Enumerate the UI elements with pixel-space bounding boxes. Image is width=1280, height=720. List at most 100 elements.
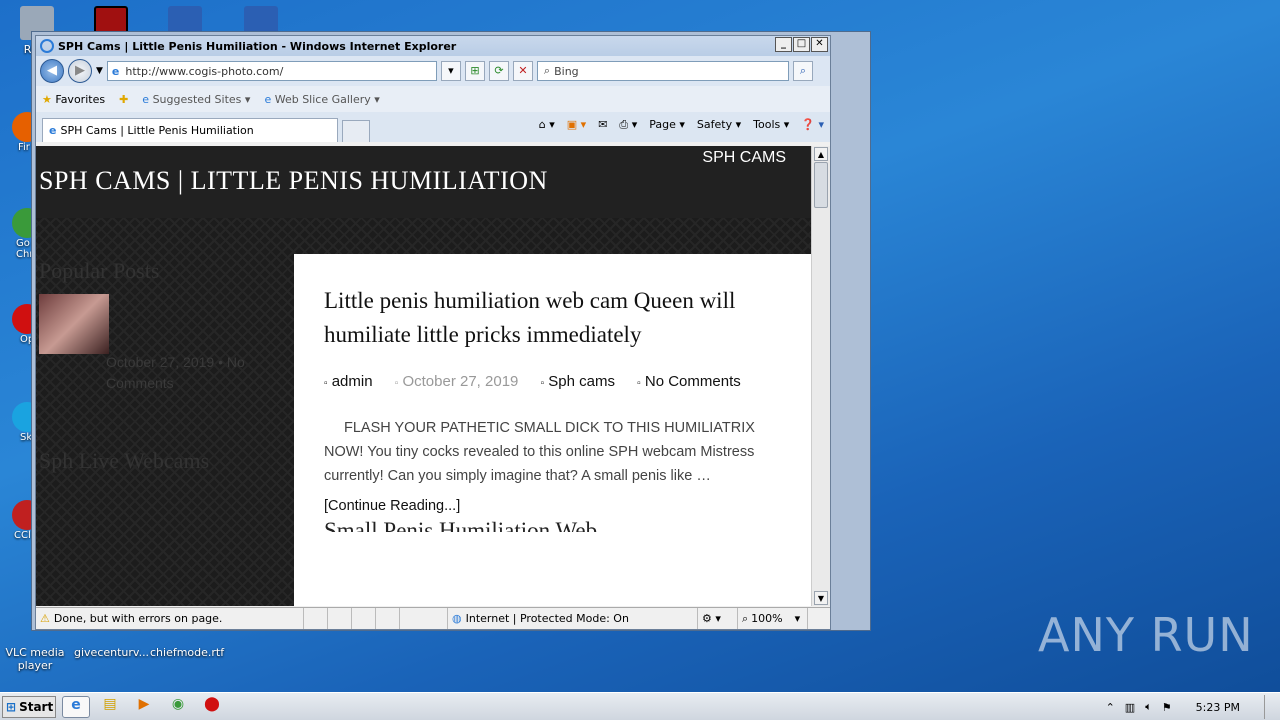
taskbar: ⊞ Start e ▤ ▶ ◉ ⬤ ⌃ ▥ 🔈︎ ⚑ 5:23 PM <box>0 692 1280 720</box>
zoom-icon: ⌕ <box>742 611 749 625</box>
status-slot <box>304 608 328 629</box>
zone-text: Internet | Protected Mode: On <box>465 612 629 625</box>
safety-menu[interactable]: Safety ▾ <box>697 118 741 132</box>
taskbar-chrome[interactable]: ◉ <box>164 696 192 718</box>
tab-row: e SPH Cams | Little Penis Humiliation ⌂ … <box>36 112 830 142</box>
desktop-icon-chiefmode[interactable]: chiefmode.rtf <box>150 628 224 659</box>
address-toolbar: ◀ ▶ ▼ e http://www.cogis-photo.com/ ▾ ⊞ … <box>36 56 830 86</box>
scroll-thumb[interactable] <box>814 162 828 208</box>
desktop-icon-givecentury[interactable]: givecenturv... <box>74 628 149 659</box>
taskbar-media-player[interactable]: ▶ <box>130 696 158 718</box>
post-date[interactable]: ▫ October 27, 2019 <box>395 373 519 390</box>
rss-icon[interactable]: ▣ ▾ <box>567 118 586 132</box>
web-slice-label: Web Slice Gallery <box>274 92 371 106</box>
search-input[interactable]: ⌕ Bing <box>536 61 789 81</box>
continue-reading-link[interactable]: [Continue Reading...] <box>324 498 781 514</box>
minimize-button[interactable]: _ <box>775 37 792 52</box>
history-dropdown-icon[interactable]: ▼ <box>96 66 103 76</box>
show-desktop-button[interactable] <box>1264 695 1274 719</box>
sidebar: Popular Posts Sph Live Webcams <box>39 258 279 473</box>
address-value: http://www.cogis-photo.com/ <box>125 64 284 78</box>
start-button[interactable]: ⊞ Start <box>2 695 56 718</box>
post-card: Little penis humiliation web cam Queen w… <box>294 254 811 606</box>
taskbar-opera[interactable]: ⬤ <box>198 696 226 718</box>
network-icon[interactable]: ▥ <box>1125 701 1135 714</box>
author-name: admin <box>331 373 373 390</box>
page-icon: e <box>264 92 272 106</box>
desktop-icon-label: CCl <box>14 530 31 541</box>
back-button[interactable]: ◀ <box>40 59 64 83</box>
status-bar: ⚠ Done, but with errors on page. ◍ Inter… <box>36 607 830 629</box>
search-button[interactable]: ⌕ <box>792 61 813 81</box>
start-label: Start <box>19 699 54 714</box>
desktop-icon-vlc[interactable]: VLC media player <box>0 628 70 672</box>
vertical-scrollbar[interactable]: ▲ ▼ <box>811 146 830 606</box>
zoom-value: 100% <box>751 612 783 625</box>
favorites-label: Favorites <box>55 92 106 106</box>
site-title[interactable]: SPH CAMS | LITTLE PENIS HUMILIATION <box>39 166 548 196</box>
page-menu[interactable]: Page ▾ <box>649 118 685 132</box>
tools-menu-label: Tools <box>753 118 781 131</box>
tray-expand-icon[interactable]: ⌃ <box>1106 701 1115 714</box>
forward-button[interactable]: ▶ <box>68 59 92 83</box>
post-meta: ▫ admin ▫ October 27, 2019 ▫ Sph cams ▫ … <box>324 370 781 396</box>
add-favorites-icon[interactable]: ✚ <box>119 93 128 106</box>
web-slice-gallery-link[interactable]: e Web Slice Gallery ▾ <box>264 93 379 106</box>
maximize-button[interactable]: □ <box>793 37 810 52</box>
stop-button[interactable]: ✕ <box>512 61 533 81</box>
favorites-button[interactable]: ★ Favorites <box>42 93 105 106</box>
status-slot <box>376 608 400 629</box>
mail-icon[interactable]: ✉ <box>598 118 607 132</box>
post-title[interactable]: Little penis humiliation web cam Queen w… <box>324 284 781 352</box>
popular-post-date[interactable]: October 27, 2019 <box>106 354 214 370</box>
site-body: Popular Posts Sph Live Webcams October 2… <box>36 218 811 606</box>
page-viewport[interactable]: SPH CAMS SPH CAMS | LITTLE PENIS HUMILIA… <box>36 146 811 606</box>
window-title: SPH Cams | Little Penis Humiliation - Wi… <box>58 39 457 53</box>
chevron-down-icon: ▾ <box>794 612 801 625</box>
safety-menu-label: Safety <box>696 118 733 131</box>
refresh-button[interactable]: ⟳ <box>488 61 509 81</box>
search-placeholder: Bing <box>554 64 579 78</box>
comment-icon: ▫ <box>637 378 641 389</box>
site-nav-item[interactable]: SPH CAMS <box>702 149 786 167</box>
help-icon[interactable]: ❓ ▾ <box>801 118 824 132</box>
protected-mode-icon[interactable]: ⚙ ▾ <box>698 608 738 629</box>
close-button[interactable]: ✕ <box>811 37 828 52</box>
status-text: Done, but with errors on page. <box>53 612 223 625</box>
system-tray: ⌃ ▥ 🔈︎ ⚑ 5:23 PM <box>1106 693 1274 720</box>
home-icon[interactable]: ⌂ ▾ <box>539 118 555 132</box>
post-category[interactable]: ▫ Sph cams <box>541 373 615 390</box>
new-tab-button[interactable] <box>342 120 370 142</box>
popular-post-meta: October 27, 2019 • No Comments <box>106 354 245 391</box>
globe-icon: ◍ <box>452 612 462 625</box>
security-zone[interactable]: ◍ Internet | Protected Mode: On <box>448 608 698 629</box>
taskbar-ie[interactable]: e <box>62 695 90 718</box>
flag-icon[interactable]: ⚑ <box>1162 701 1172 714</box>
print-icon[interactable]: ⎙ ▾ <box>619 118 637 132</box>
compatibility-view-button[interactable]: ⊞ <box>464 61 485 81</box>
suggested-sites-link[interactable]: e Suggested Sites ▾ <box>142 93 250 106</box>
popular-post-thumbnail[interactable] <box>39 294 109 354</box>
post-date-text: October 27, 2019 <box>402 373 519 390</box>
tools-menu[interactable]: Tools ▾ <box>753 118 789 132</box>
volume-icon[interactable]: 🔈︎ <box>1145 700 1152 714</box>
next-post-title[interactable]: Small Penis Humiliation Web <box>324 518 781 532</box>
tab-active[interactable]: e SPH Cams | Little Penis Humiliation <box>42 118 338 142</box>
command-bar: ⌂ ▾ ▣ ▾ ✉ ⎙ ▾ Page ▾ Safety ▾ Tools ▾ ❓ … <box>539 118 824 132</box>
post-author[interactable]: ▫ admin <box>324 373 373 390</box>
address-dropdown-button[interactable]: ▾ <box>440 61 461 81</box>
post-comments[interactable]: ▫ No Comments <box>637 373 741 390</box>
category-text: Sph cams <box>548 373 615 390</box>
post-excerpt: FLASH YOUR PATHETIC SMALL DICK TO THIS H… <box>324 420 755 484</box>
clock[interactable]: 5:23 PM <box>1196 701 1240 714</box>
scroll-down-icon[interactable]: ▼ <box>814 591 828 605</box>
scroll-up-icon[interactable]: ▲ <box>814 147 828 161</box>
taskbar-explorer[interactable]: ▤ <box>96 696 124 718</box>
status-message[interactable]: ⚠ Done, but with errors on page. <box>36 608 304 629</box>
live-webcams-heading: Sph Live Webcams <box>39 448 210 473</box>
status-slot <box>352 608 376 629</box>
zoom-control[interactable]: ⌕ 100% ▾ <box>738 608 808 629</box>
title-bar[interactable]: SPH Cams | Little Penis Humiliation - Wi… <box>36 36 830 56</box>
ie-logo-icon <box>40 39 54 53</box>
address-input[interactable]: e http://www.cogis-photo.com/ <box>106 61 437 81</box>
